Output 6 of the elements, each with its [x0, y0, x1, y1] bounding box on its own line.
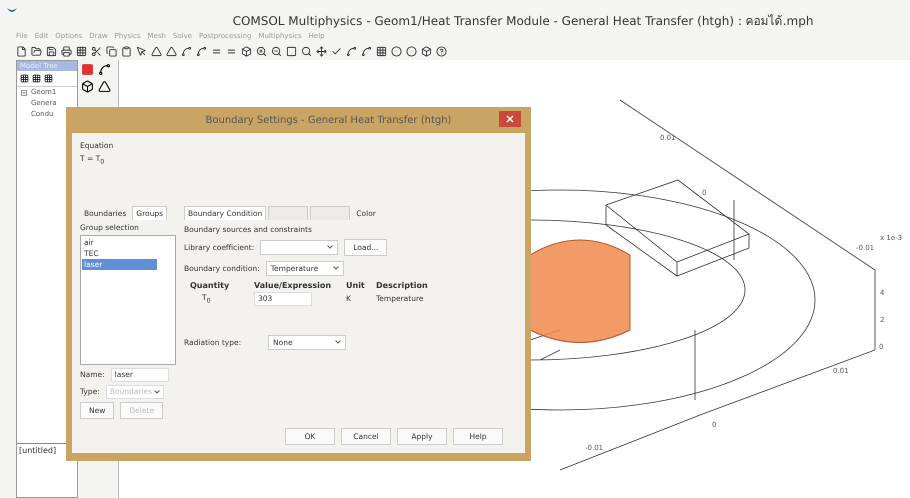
column-header: Value/Expression — [254, 280, 332, 290]
window-title: COMSOL Multiphysics - Geom1/Heat Transfer Module - General Heat Transfer (htgh) : คอมได้.mph — [232, 13, 814, 30]
column-header: Quantity — [190, 280, 230, 290]
dialog-title: Boundary Settings - General Heat Transfer (htgh) — [206, 114, 452, 126]
column-header: Unit — [346, 280, 366, 290]
column-header: Description — [376, 280, 429, 290]
